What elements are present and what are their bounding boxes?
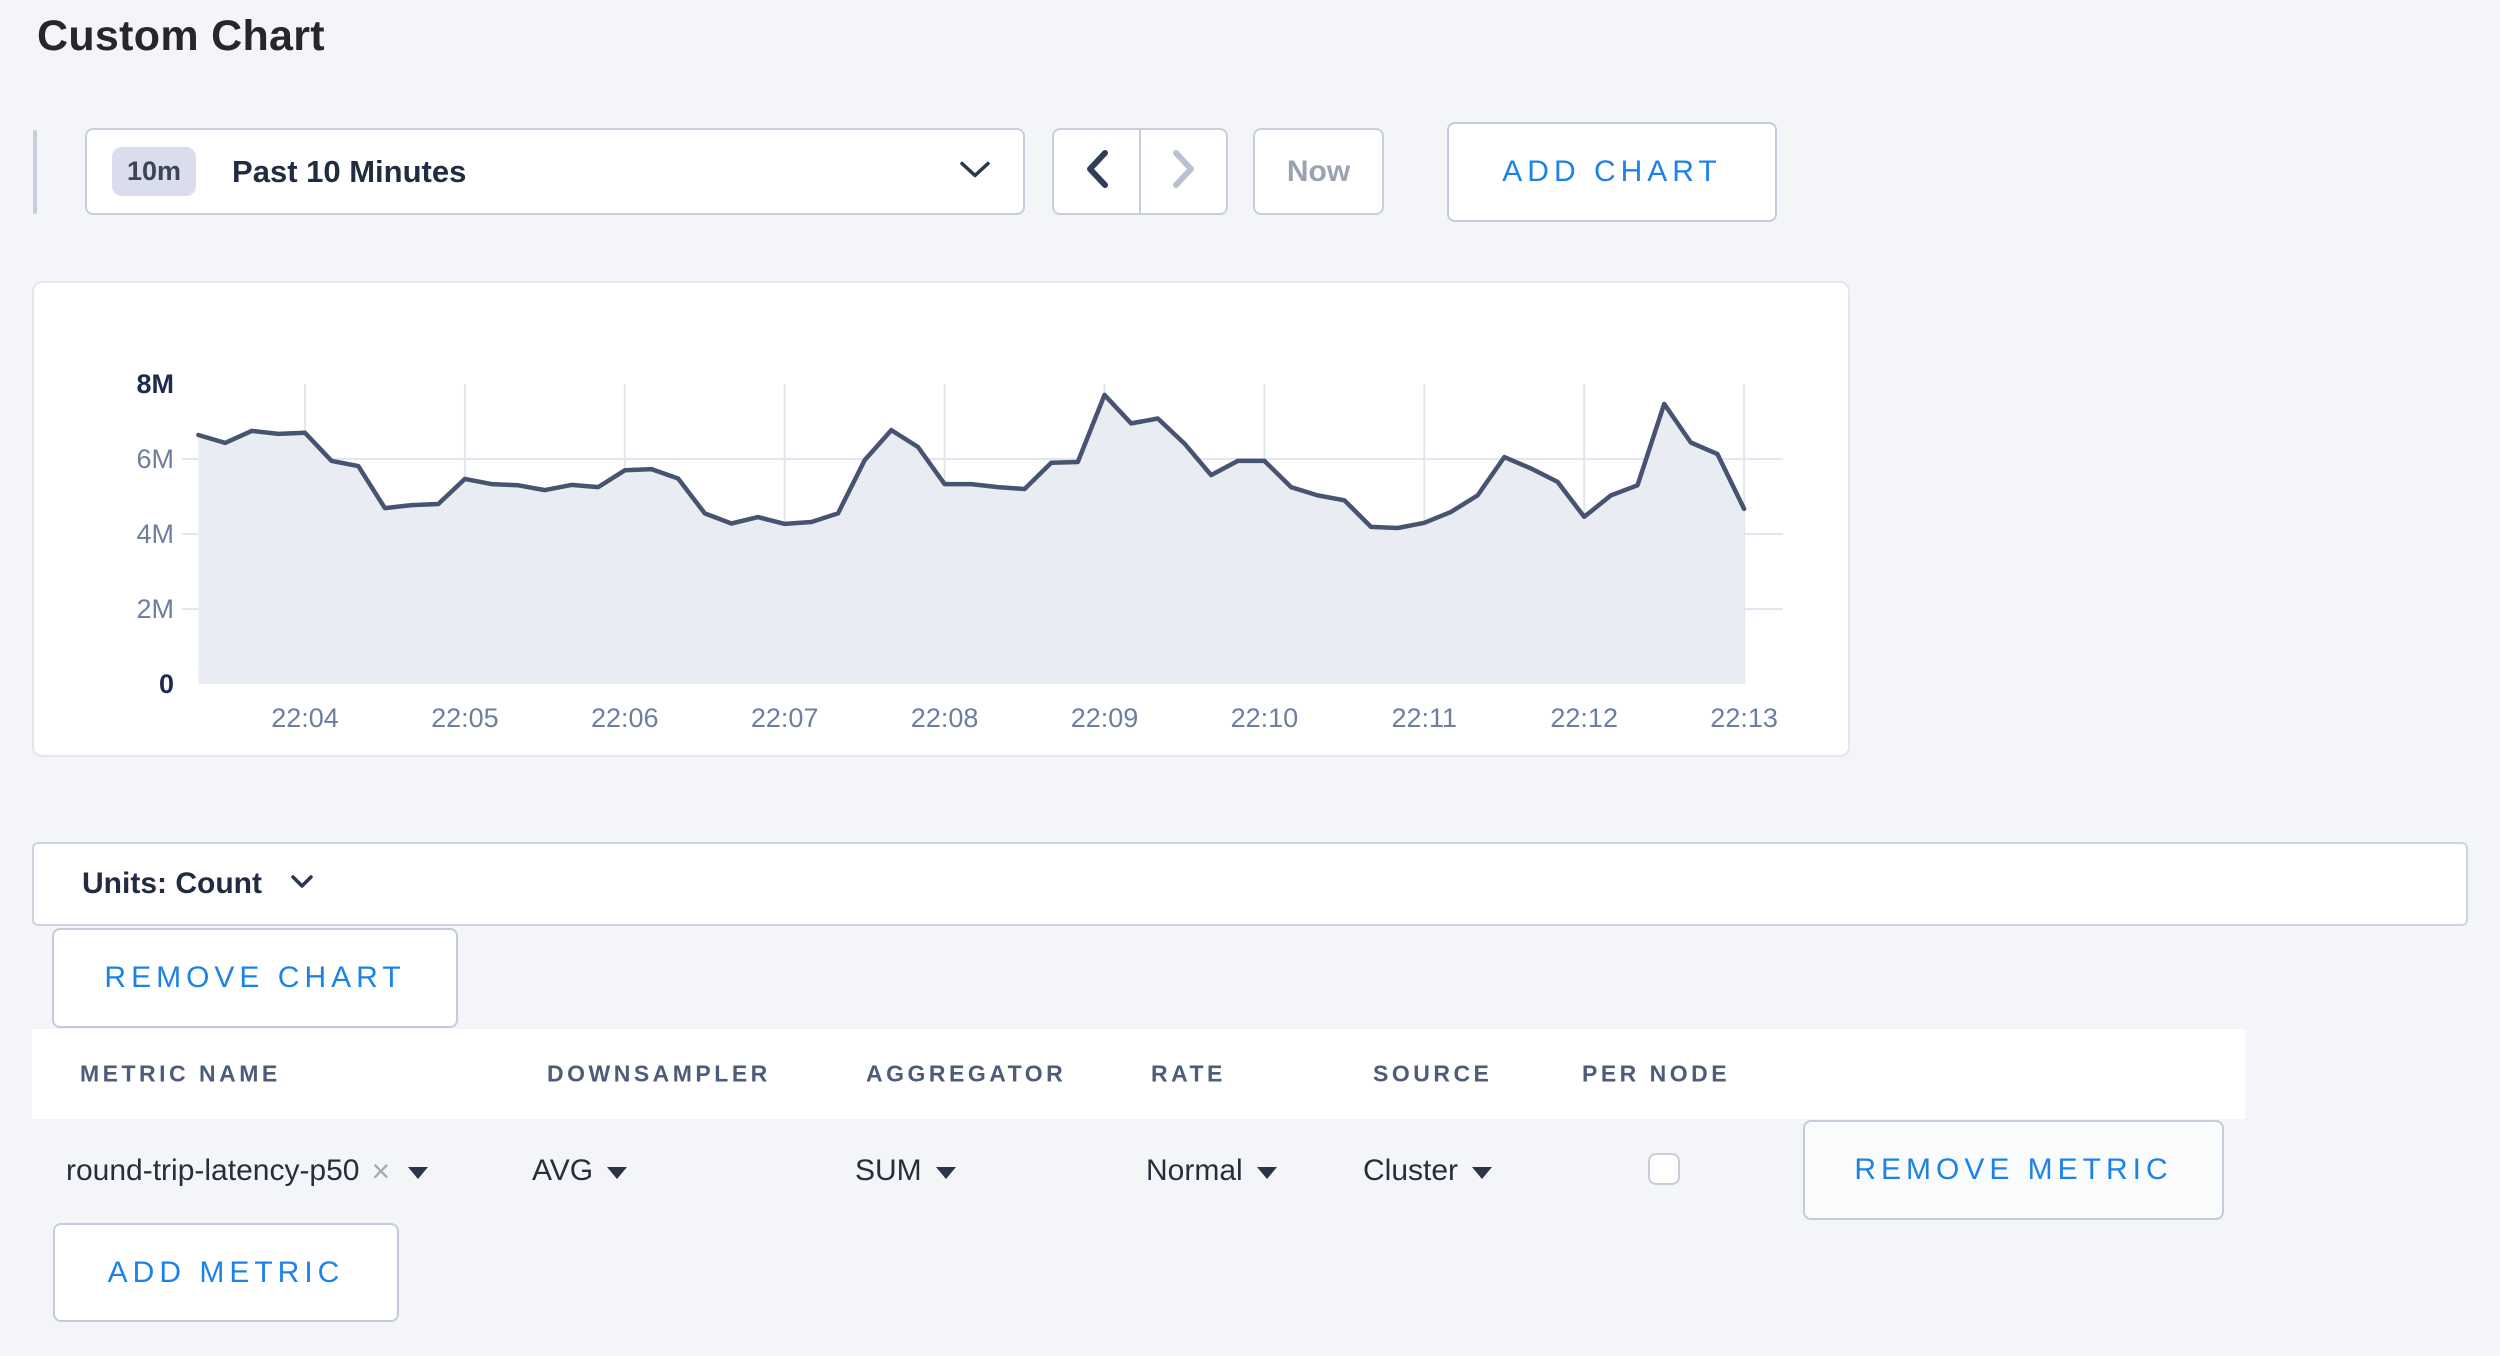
remove-metric-button[interactable]: REMOVE METRIC [1803, 1120, 2224, 1220]
area-chart [34, 283, 1852, 759]
rate-dropdown[interactable]: Normal [1146, 1150, 1277, 1192]
caret-down-icon [1472, 1167, 1492, 1179]
y-axis-tick-label: 0 [64, 667, 174, 701]
metric-name-dropdown[interactable]: round-trip-latency-p50 × [66, 1150, 428, 1192]
page-title: Custom Chart [37, 12, 325, 61]
x-axis-tick-label: 22:05 [395, 703, 535, 734]
remove-chart-button[interactable]: REMOVE CHART [52, 928, 458, 1028]
time-window-dropdown[interactable]: 10m Past 10 Minutes [85, 128, 1025, 215]
downsampler-value: AVG [532, 1154, 593, 1188]
chevron-right-icon [1171, 149, 1197, 194]
header-metric-name: METRIC NAME [80, 1061, 281, 1088]
metrics-table-header: METRIC NAME DOWNSAMPLER AGGREGATOR RATE … [32, 1029, 2245, 1119]
add-metric-button[interactable]: ADD METRIC [53, 1223, 399, 1322]
x-axis-tick-label: 22:09 [1035, 703, 1175, 734]
source-dropdown[interactable]: Cluster [1363, 1150, 1492, 1192]
add-chart-button[interactable]: ADD CHART [1447, 122, 1777, 222]
clear-metric-icon[interactable]: × [371, 1153, 390, 1190]
custom-chart-page: Custom Chart 10m Past 10 Minutes Now ADD… [0, 0, 2500, 1356]
per-node-checkbox[interactable] [1648, 1153, 1680, 1185]
header-rate: RATE [1151, 1061, 1226, 1088]
downsampler-dropdown[interactable]: AVG [532, 1150, 627, 1192]
header-per-node: PER NODE [1582, 1061, 1730, 1088]
chevron-down-icon [290, 874, 314, 895]
y-axis-tick-label: 2M [64, 592, 174, 626]
caret-down-icon [408, 1167, 428, 1179]
toolbar-divider [33, 130, 37, 214]
chevron-left-icon [1084, 149, 1110, 194]
time-pager [1052, 128, 1228, 215]
header-source: SOURCE [1373, 1061, 1492, 1088]
y-axis-tick-label: 4M [64, 517, 174, 551]
time-window-badge: 10m [112, 147, 196, 196]
x-axis-tick-label: 22:13 [1674, 703, 1814, 734]
chevron-down-icon [959, 159, 991, 184]
x-axis-tick-label: 22:08 [875, 703, 1015, 734]
next-time-button[interactable] [1141, 130, 1226, 213]
source-value: Cluster [1363, 1154, 1458, 1188]
time-window-label: Past 10 Minutes [232, 154, 466, 190]
metric-chart-card: 0 2M 4M 6M 8M 22:04 22:05 22:06 22:07 22:08 22:09… [32, 281, 1850, 757]
units-label: Units: Count [82, 867, 262, 901]
x-axis-tick-label: 22:12 [1514, 703, 1654, 734]
x-axis-tick-label: 22:10 [1194, 703, 1334, 734]
series-area-fill [198, 395, 1744, 684]
y-axis-tick-label: 6M [64, 442, 174, 476]
y-axis-tick-label: 8M [64, 367, 174, 401]
caret-down-icon [936, 1167, 956, 1179]
units-dropdown[interactable]: Units: Count [32, 842, 2468, 926]
x-axis-tick-label: 22:11 [1354, 703, 1494, 734]
x-axis-tick-label: 22:04 [235, 703, 375, 734]
x-axis-tick-label: 22:07 [715, 703, 855, 734]
aggregator-dropdown[interactable]: SUM [855, 1150, 956, 1192]
prev-time-button[interactable] [1054, 130, 1141, 213]
x-axis-tick-label: 22:06 [555, 703, 695, 734]
now-button[interactable]: Now [1253, 128, 1384, 215]
caret-down-icon [607, 1167, 627, 1179]
aggregator-value: SUM [855, 1154, 922, 1188]
header-downsampler: DOWNSAMPLER [547, 1061, 771, 1088]
header-aggregator: AGGREGATOR [866, 1061, 1066, 1088]
metric-name-value: round-trip-latency-p50 [66, 1154, 359, 1188]
caret-down-icon [1257, 1167, 1277, 1179]
rate-value: Normal [1146, 1154, 1243, 1188]
